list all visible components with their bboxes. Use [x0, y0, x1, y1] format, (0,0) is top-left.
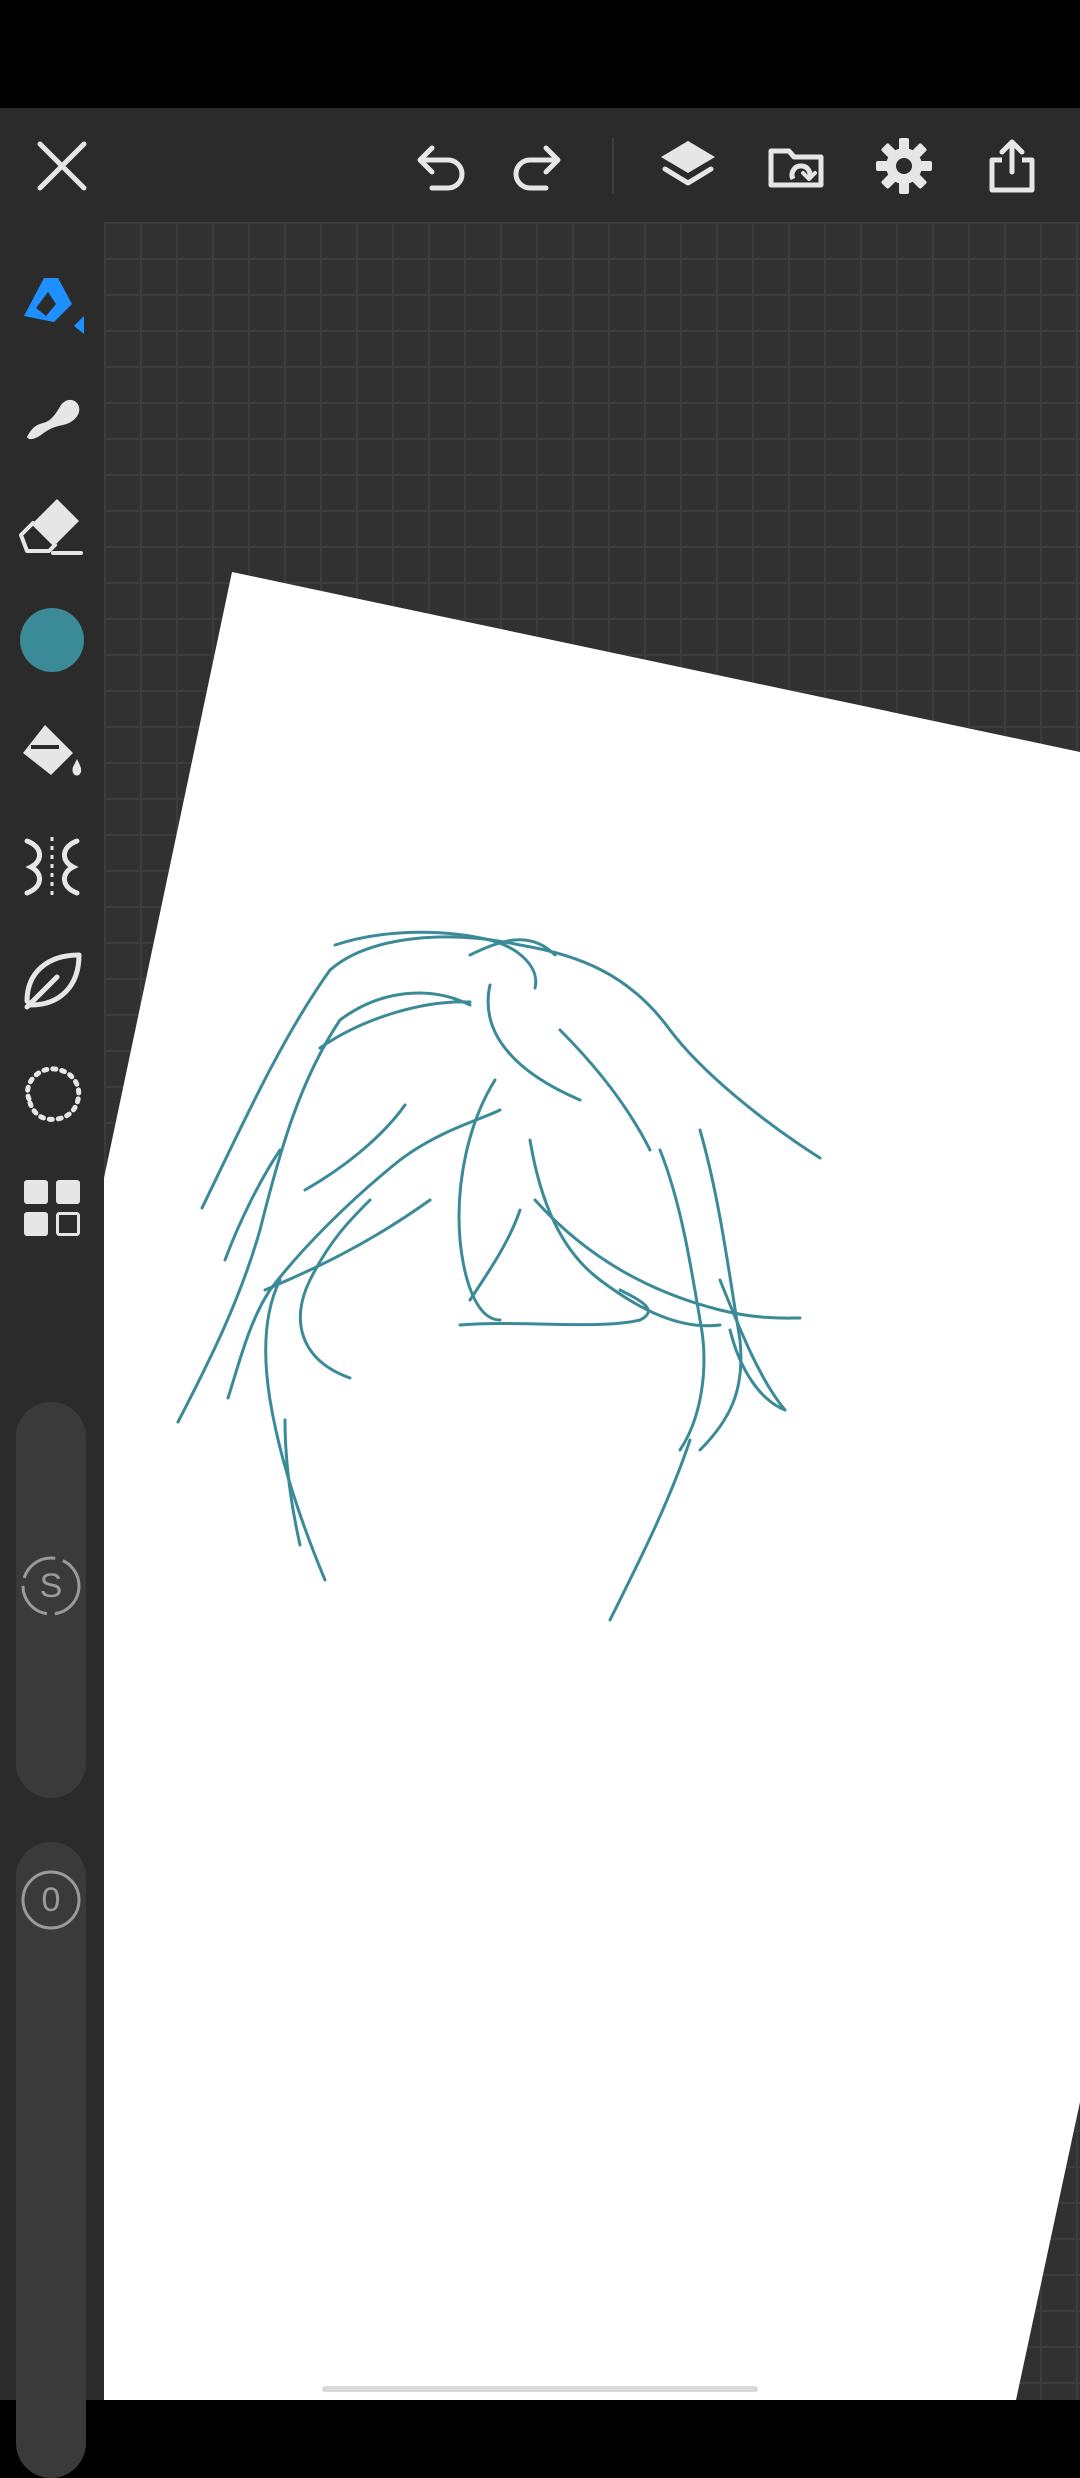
- close-icon: [37, 141, 87, 191]
- lasso-icon: [25, 1066, 82, 1122]
- redo-icon: [513, 145, 561, 191]
- status-bar: [0, 0, 1080, 108]
- apps-grid-button[interactable]: [12, 1168, 92, 1248]
- symmetry-icon: [24, 837, 80, 897]
- canvas-area[interactable]: [104, 222, 1080, 2400]
- undo-icon: [417, 145, 465, 191]
- gallery-icon: [768, 148, 824, 188]
- apps-grid-icon: [24, 1180, 80, 1236]
- home-indicator[interactable]: [322, 2386, 758, 2392]
- fill-icon: [23, 725, 82, 776]
- brush-size-label: S: [39, 1566, 63, 1605]
- liquify-tool-button[interactable]: [12, 940, 92, 1020]
- gear-icon: [876, 138, 932, 194]
- settings-button[interactable]: [864, 128, 944, 204]
- pencil-icon: [24, 278, 84, 334]
- fill-tool-button[interactable]: [12, 712, 92, 792]
- leaf-icon: [24, 952, 82, 1010]
- lasso-tool-button[interactable]: [12, 1054, 92, 1134]
- share-icon: [989, 139, 1035, 193]
- brush-size-slider[interactable]: S: [16, 1402, 86, 1798]
- color-swatch: [20, 608, 84, 672]
- opacity-knob[interactable]: 0: [19, 1868, 83, 1932]
- toolbar-divider: [612, 138, 614, 194]
- opacity-slider[interactable]: 0: [16, 1842, 86, 2478]
- drawing-surface[interactable]: [104, 222, 1080, 2400]
- layers-icon: [661, 141, 715, 186]
- eraser-icon: [19, 499, 83, 555]
- share-button[interactable]: [972, 128, 1052, 204]
- layers-button[interactable]: [648, 128, 728, 204]
- top-toolbar: [0, 108, 1080, 222]
- smudge-tool-button[interactable]: [12, 374, 92, 454]
- paper-sheet: [104, 572, 1080, 2400]
- symmetry-tool-button[interactable]: [12, 826, 92, 906]
- color-swatch-button[interactable]: [12, 600, 92, 680]
- pencil-tool-button[interactable]: [12, 262, 92, 342]
- undo-button[interactable]: [400, 128, 480, 204]
- smudge-icon: [27, 399, 80, 440]
- opacity-label: 0: [41, 1880, 61, 1919]
- redo-button[interactable]: [498, 128, 578, 204]
- close-button[interactable]: [22, 128, 102, 204]
- left-toolbar: S 0: [0, 222, 104, 2478]
- brush-size-knob[interactable]: S: [19, 1554, 83, 1618]
- gallery-button[interactable]: [756, 128, 836, 204]
- eraser-tool-button[interactable]: [12, 486, 92, 566]
